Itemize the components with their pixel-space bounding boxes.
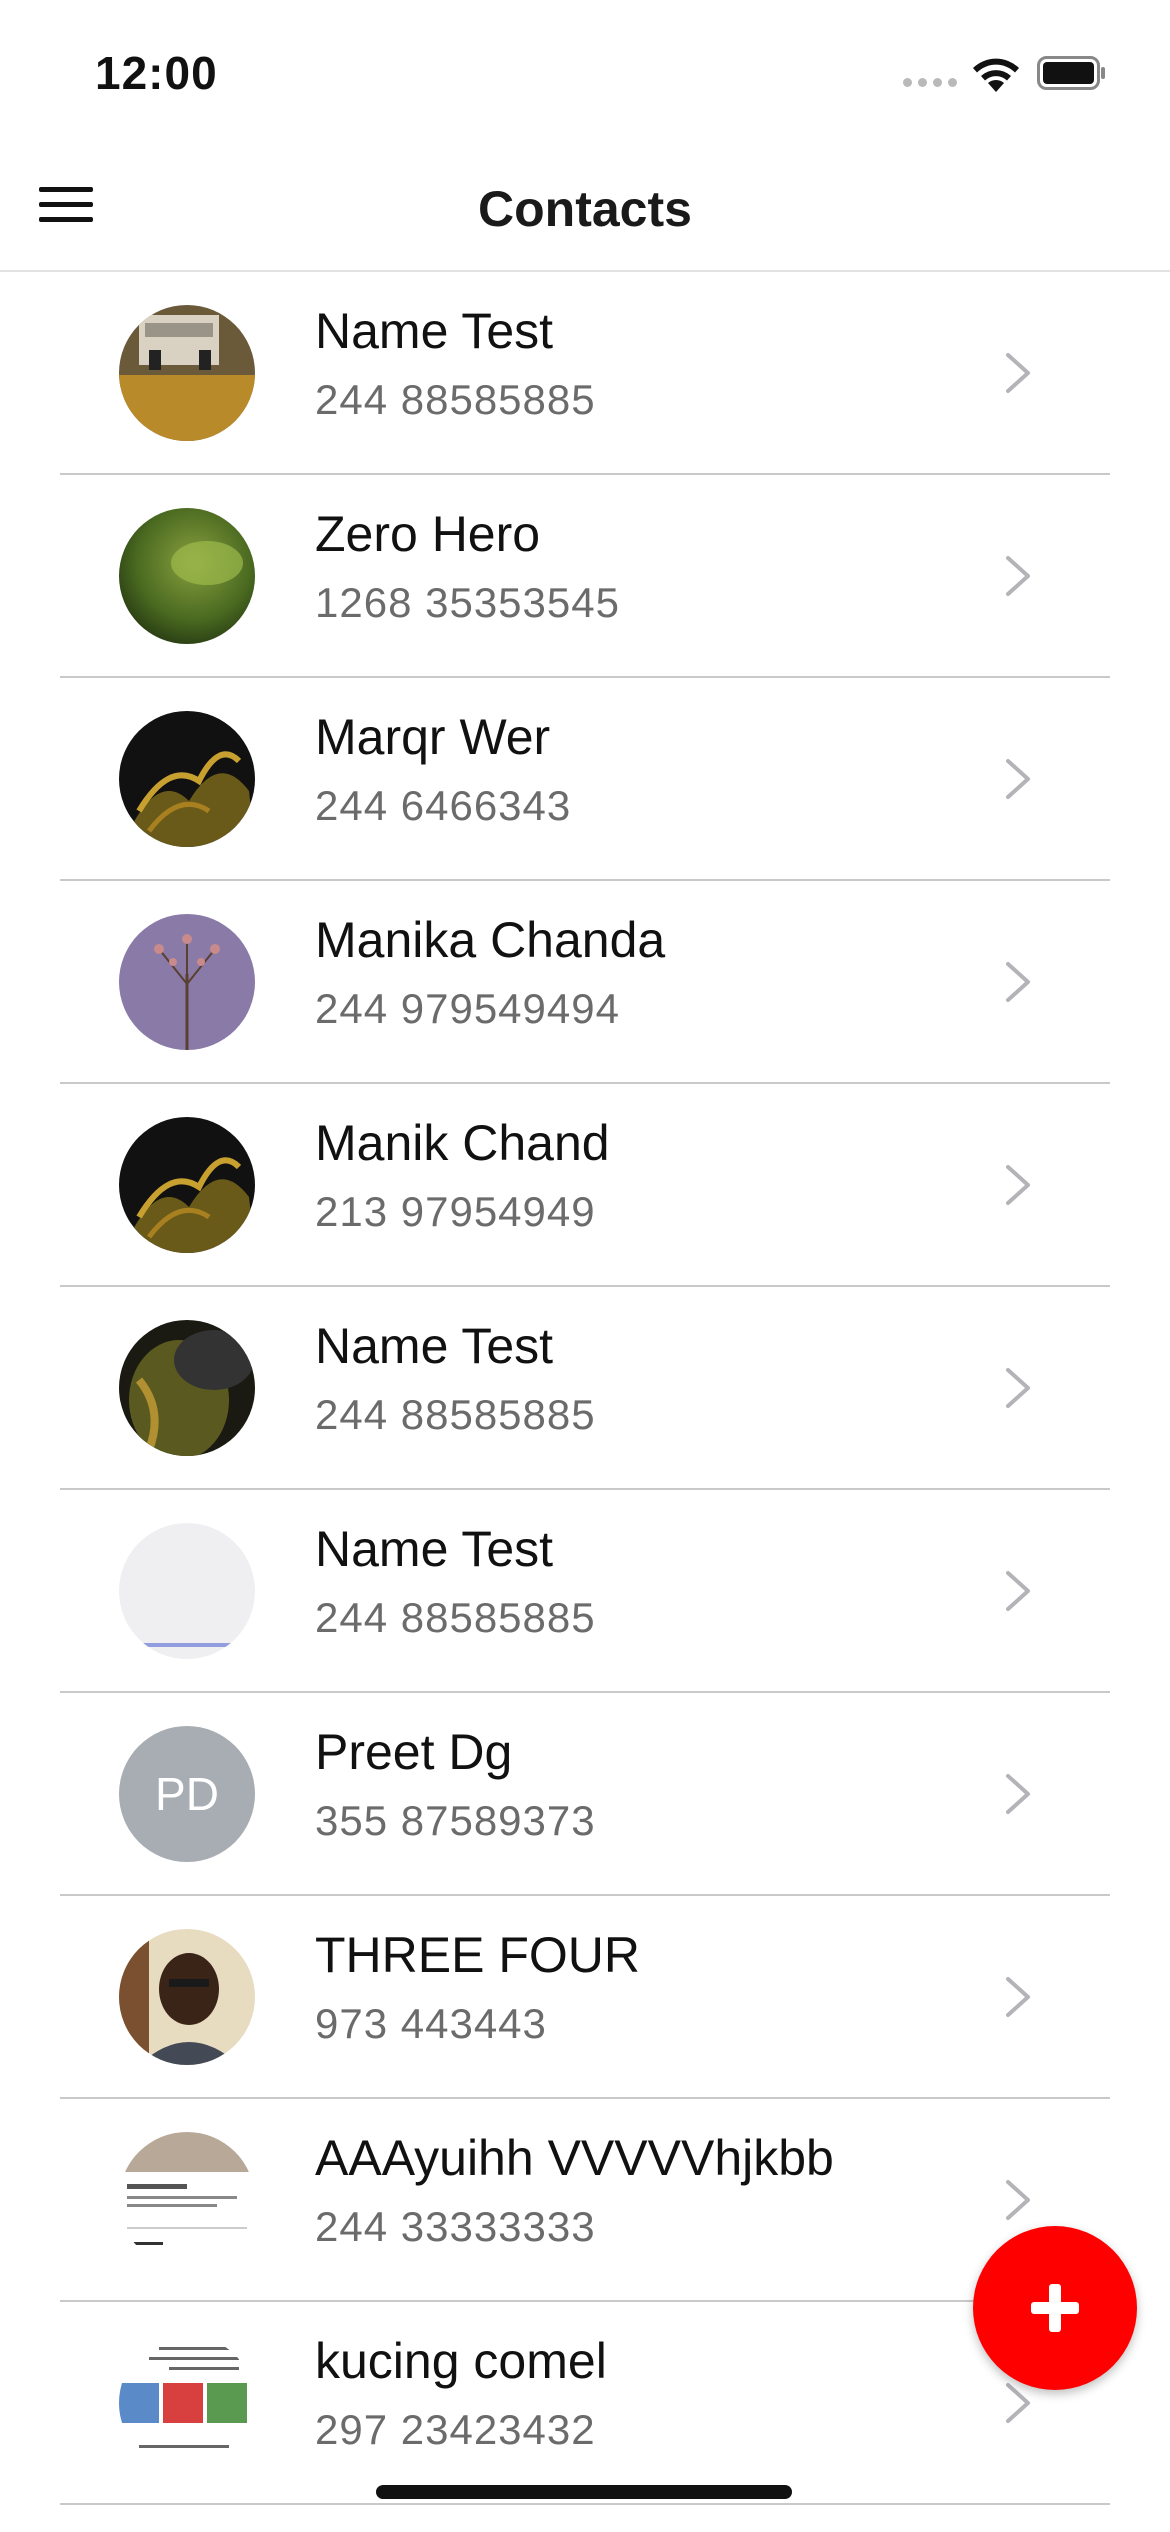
contact-name: Preet Dg xyxy=(315,1724,513,1780)
contact-name: kucing comel xyxy=(315,2333,607,2389)
contact-row[interactable]: Name Test 244 88585885 xyxy=(0,1287,1170,1490)
contact-phone: 213 97954949 xyxy=(315,1188,596,1235)
contact-row[interactable]: Manik Chand 213 97954949 xyxy=(0,1084,1170,1287)
avatar xyxy=(119,1523,255,1659)
contact-row[interactable]: PD Preet Dg 355 87589373 xyxy=(0,1693,1170,1896)
contact-row[interactable]: Manika Chanda 244 979549494 xyxy=(0,881,1170,1084)
contact-row[interactable]: Marqr Wer 244 6466343 xyxy=(0,678,1170,881)
contact-phone: 355 87589373 xyxy=(315,1797,596,1844)
avatar xyxy=(119,1320,255,1456)
chevron-right-icon xyxy=(1006,759,1030,799)
wifi-icon xyxy=(973,58,1019,92)
contact-row[interactable]: THREE FOUR 973 443443 xyxy=(0,1896,1170,2099)
navigation-bar: Contacts xyxy=(0,140,1170,272)
contact-phone: 244 88585885 xyxy=(315,1594,596,1641)
chevron-right-icon xyxy=(1006,353,1030,393)
contact-name: Name Test xyxy=(315,1521,554,1577)
chevron-right-icon xyxy=(1006,1571,1030,1611)
contact-name: AAAyuihh VVVVVhjkbb xyxy=(315,2130,834,2186)
contact-name: Zero Hero xyxy=(315,506,541,562)
avatar xyxy=(119,508,255,644)
contact-name: Manik Chand xyxy=(315,1115,610,1171)
chevron-right-icon xyxy=(1006,1977,1030,2017)
battery-icon xyxy=(1037,56,1105,90)
contact-name: Marqr Wer xyxy=(315,709,551,765)
avatar: PD xyxy=(119,1726,255,1862)
contact-phone: 973 443443 xyxy=(315,2000,547,2047)
contact-row[interactable]: Name Test 244 88585885 xyxy=(0,272,1170,475)
avatar xyxy=(119,2335,255,2471)
avatar xyxy=(119,1117,255,1253)
status-bar: 12:00 xyxy=(0,0,1170,140)
contact-row[interactable]: Name Test 244 88585885 xyxy=(0,1490,1170,1693)
home-indicator[interactable] xyxy=(376,2485,792,2499)
contact-phone: 244 88585885 xyxy=(315,376,596,423)
avatar xyxy=(119,1929,255,2065)
chevron-right-icon xyxy=(1006,962,1030,1002)
page-title: Contacts xyxy=(478,181,692,237)
chevron-right-icon xyxy=(1006,2180,1030,2220)
chevron-right-icon xyxy=(1006,1774,1030,1814)
contact-phone: 244 88585885 xyxy=(315,1391,596,1438)
chevron-right-icon xyxy=(1006,1368,1030,1408)
contact-name: Manika Chanda xyxy=(315,912,666,968)
add-contact-button[interactable] xyxy=(973,2226,1137,2390)
chevron-right-icon xyxy=(1006,1165,1030,1205)
contact-row[interactable]: Zero Hero 1268 35353545 xyxy=(0,475,1170,678)
contact-phone: 244 33333333 xyxy=(315,2203,596,2250)
contact-phone: 297 23423432 xyxy=(315,2406,596,2453)
avatar xyxy=(119,914,255,1050)
avatar-initials: PD xyxy=(155,1768,219,1820)
contact-phone: 244 6466343 xyxy=(315,782,572,829)
avatar xyxy=(119,305,255,441)
contact-name: Name Test xyxy=(315,303,554,359)
avatar xyxy=(119,2132,255,2268)
status-time: 12:00 xyxy=(95,47,218,99)
contact-name: THREE FOUR xyxy=(315,1927,640,1983)
cellular-signal-icon xyxy=(903,78,957,87)
contact-phone: 244 979549494 xyxy=(315,985,620,1032)
contact-name: Name Test xyxy=(315,1318,554,1374)
contact-phone: 1268 35353545 xyxy=(315,579,620,626)
chevron-right-icon xyxy=(1006,556,1030,596)
avatar xyxy=(119,711,255,847)
divider xyxy=(60,2503,1110,2505)
contact-list: Name Test 244 88585885 Zero Hero 1268 35… xyxy=(0,272,1170,2505)
